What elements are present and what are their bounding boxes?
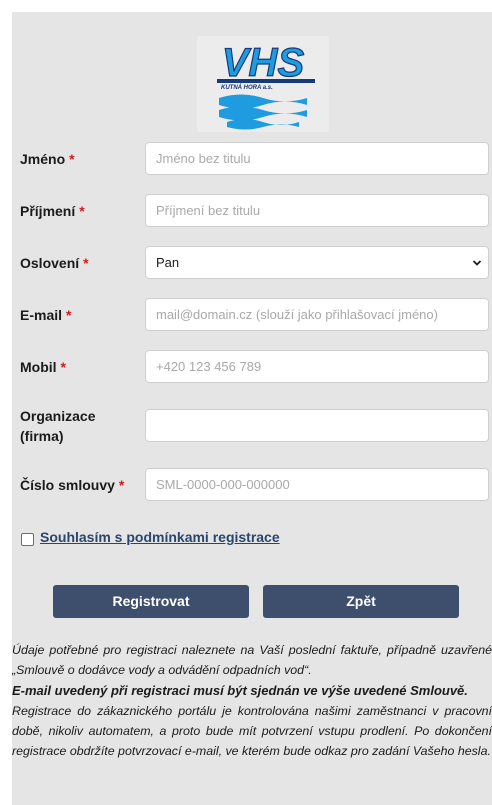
register-button[interactable]: Registrovat bbox=[53, 585, 249, 618]
prijmeni-input[interactable]: Příjmení bez titulu bbox=[145, 194, 489, 227]
logo-subtext: KUTNÁ HORA a.s. bbox=[221, 84, 273, 91]
info-paragraph-3: Registrace do zákaznického portálu je ko… bbox=[12, 703, 492, 759]
company-logo: VHS KUTNÁ HORA a.s. bbox=[197, 36, 329, 132]
info-paragraph-1: Údaje potřebné pro registraci naleznete … bbox=[12, 643, 492, 678]
registration-panel: VHS KUTNÁ HORA a.s. Jméno * Jméno bez tit… bbox=[12, 12, 492, 805]
info-text: Údaje potřebné pro registraci naleznete … bbox=[12, 640, 492, 762]
cislo-smlouvy-label: Číslo smlouvy * bbox=[20, 477, 125, 493]
osloveni-label: Oslovení * bbox=[20, 255, 89, 271]
back-button[interactable]: Zpět bbox=[263, 585, 459, 618]
consent-checkbox[interactable] bbox=[21, 533, 34, 546]
mobil-label: Mobil * bbox=[20, 359, 66, 375]
info-paragraph-2: E-mail uvedený při registraci musí být s… bbox=[12, 682, 468, 698]
consent-link[interactable]: Souhlasím s podmínkami registrace bbox=[40, 529, 280, 545]
jmeno-input[interactable]: Jméno bez titulu bbox=[145, 142, 489, 175]
cislo-smlouvy-input[interactable]: SML-0000-000-000000 bbox=[145, 468, 489, 501]
organizace-input[interactable] bbox=[145, 409, 489, 442]
jmeno-label: Jméno * bbox=[20, 151, 75, 167]
mobil-input[interactable]: +420 123 456 789 bbox=[145, 350, 489, 383]
osloveni-select[interactable]: Pan bbox=[145, 246, 489, 279]
prijmeni-label: Příjmení * bbox=[20, 203, 85, 219]
chevron-down-icon bbox=[472, 260, 482, 266]
osloveni-value: Pan bbox=[156, 255, 180, 270]
logo-text: VHS bbox=[222, 41, 305, 85]
email-label: E-mail * bbox=[20, 307, 72, 323]
organizace-label: Organizace (firma) bbox=[20, 408, 96, 444]
email-input[interactable]: mail@domain.cz (slouží jako přihlašovací… bbox=[145, 298, 489, 331]
